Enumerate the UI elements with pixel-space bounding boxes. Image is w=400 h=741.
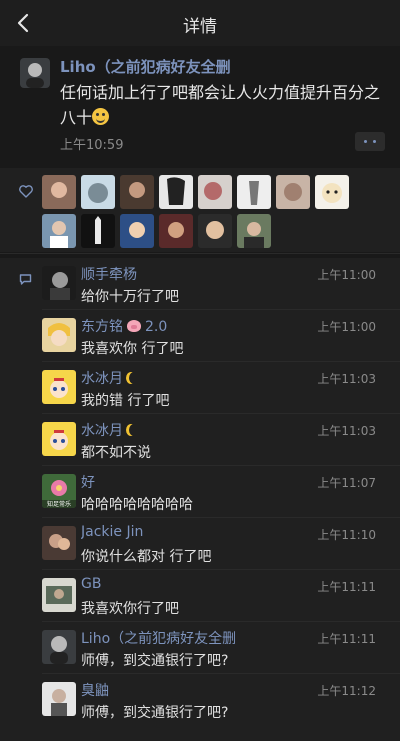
comment-item[interactable]: 臭鼬 上午11:12 师傅，到交通银行了吧? xyxy=(0,674,400,726)
commenter-avatar[interactable] xyxy=(42,682,76,716)
comment-text: 给你十万行了吧 xyxy=(81,289,179,305)
comment-time: 上午11:03 xyxy=(317,372,376,386)
comment-text: 师傅，到交通银行了吧? xyxy=(81,705,229,721)
commenter-avatar[interactable] xyxy=(42,526,76,560)
commenter-name-text: 水冰月 xyxy=(81,423,123,439)
comments-section: 顺手牵杨 上午11:00 给你十万行了吧 东方铭 2.0 上午11:00 我喜欢你… xyxy=(0,258,400,741)
liker-avatar[interactable] xyxy=(42,214,76,248)
liker-avatar[interactable] xyxy=(159,214,193,248)
comment-item[interactable]: 知足常乐 好 上午11:07 哈哈哈哈哈哈哈哈 xyxy=(0,466,400,518)
heart-icon xyxy=(19,185,33,198)
commenter-avatar[interactable] xyxy=(42,578,76,612)
commenter-avatar[interactable] xyxy=(42,630,76,664)
smiling-face-emoji-icon xyxy=(92,108,110,125)
more-dots-icon[interactable] xyxy=(355,132,385,151)
commenter-avatar[interactable]: 知足常乐 xyxy=(42,474,76,508)
commenter-avatar[interactable] xyxy=(42,422,76,456)
comment-item[interactable]: 水冰月 上午11:03 我的错 行了吧 xyxy=(0,362,400,414)
post-text: 任何话加上行了吧都会让人火力值提升百分之八十 xyxy=(60,80,385,130)
comment-time: 上午11:03 xyxy=(317,424,376,438)
likes-section xyxy=(0,168,400,252)
commenter-name[interactable]: 臭鼬 xyxy=(81,680,109,700)
liker-avatar[interactable] xyxy=(237,175,271,209)
commenter-name[interactable]: GB xyxy=(81,576,101,592)
post-time: 上午10:59 xyxy=(60,138,124,153)
comment-text: 都不如不说 xyxy=(81,445,151,461)
liker-avatar[interactable] xyxy=(237,214,271,248)
liker-avatar[interactable] xyxy=(81,214,115,248)
comment-text: 我喜欢你行了吧 xyxy=(81,601,179,617)
comment-time: 上午11:11 xyxy=(317,632,376,646)
comment-item[interactable]: Jackie Jin 上午11:10 你说什么都对 行了吧 xyxy=(0,518,400,570)
comment-item[interactable]: 顺手牵杨 上午11:00 给你十万行了吧 xyxy=(0,258,400,310)
liker-avatar[interactable] xyxy=(276,175,310,209)
commenter-name[interactable]: Liho（之前犯病好友全删 xyxy=(81,628,236,648)
crescent-moon-emoji-icon xyxy=(129,424,139,436)
commenter-name[interactable]: 好 xyxy=(81,472,95,492)
commenter-name[interactable]: 顺手牵杨 xyxy=(81,264,137,284)
commenter-name[interactable]: 东方铭 2.0 xyxy=(81,316,167,336)
comment-item[interactable]: 东方铭 2.0 上午11:00 我喜欢你 行了吧 xyxy=(0,310,400,362)
comment-time: 上午11:00 xyxy=(317,268,376,282)
comment-time: 上午11:00 xyxy=(317,320,376,334)
liker-avatar[interactable] xyxy=(198,214,232,248)
liker-avatar[interactable] xyxy=(42,175,76,209)
comment-time: 上午11:07 xyxy=(317,476,376,490)
liker-avatar[interactable] xyxy=(120,175,154,209)
crescent-moon-emoji-icon xyxy=(129,372,139,384)
commenter-name[interactable]: 水冰月 xyxy=(81,368,139,388)
page-title: 详情 xyxy=(183,17,217,37)
comment-text: 师傅，到交通银行了吧? xyxy=(81,653,229,669)
comment-text: 我喜欢你 行了吧 xyxy=(81,341,184,357)
liker-avatar[interactable] xyxy=(159,175,193,209)
commenter-avatar[interactable] xyxy=(42,318,76,352)
section-divider xyxy=(0,253,400,254)
commenter-name[interactable]: 水冰月 xyxy=(81,420,139,440)
commenter-name-text: 水冰月 xyxy=(81,371,123,387)
commenter-name[interactable]: Jackie Jin xyxy=(81,524,143,540)
comment-text: 哈哈哈哈哈哈哈哈 xyxy=(81,497,193,513)
comment-time: 上午11:12 xyxy=(317,684,376,698)
comment-text: 你说什么都对 行了吧 xyxy=(81,549,212,565)
commenter-avatar[interactable] xyxy=(42,266,76,300)
comment-time: 上午11:10 xyxy=(317,528,376,542)
liker-avatar[interactable] xyxy=(315,175,349,209)
liker-avatar[interactable] xyxy=(81,175,115,209)
commenter-name-suffix: 2.0 xyxy=(145,319,168,335)
navigation-bar: 详情 xyxy=(0,0,400,46)
comment-item[interactable]: GB 上午11:11 我喜欢你行了吧 xyxy=(0,570,400,622)
author-avatar[interactable] xyxy=(20,58,50,88)
comment-text: 我的错 行了吧 xyxy=(81,393,170,409)
comment-item[interactable]: 水冰月 上午11:03 都不如不说 xyxy=(0,414,400,466)
avatar-badge-text: 知足常乐 xyxy=(47,500,71,508)
liker-avatar[interactable] xyxy=(198,175,232,209)
author-name[interactable]: Liho（之前犯病好友全删 xyxy=(60,56,231,77)
comment-item[interactable]: Liho（之前犯病好友全删 上午11:11 师傅，到交通银行了吧? xyxy=(0,622,400,674)
pig-face-emoji-icon xyxy=(127,320,141,332)
commenter-name-text: 东方铭 xyxy=(81,319,123,335)
liker-avatar[interactable] xyxy=(120,214,154,248)
comment-time: 上午11:11 xyxy=(317,580,376,594)
commenter-avatar[interactable] xyxy=(42,370,76,404)
